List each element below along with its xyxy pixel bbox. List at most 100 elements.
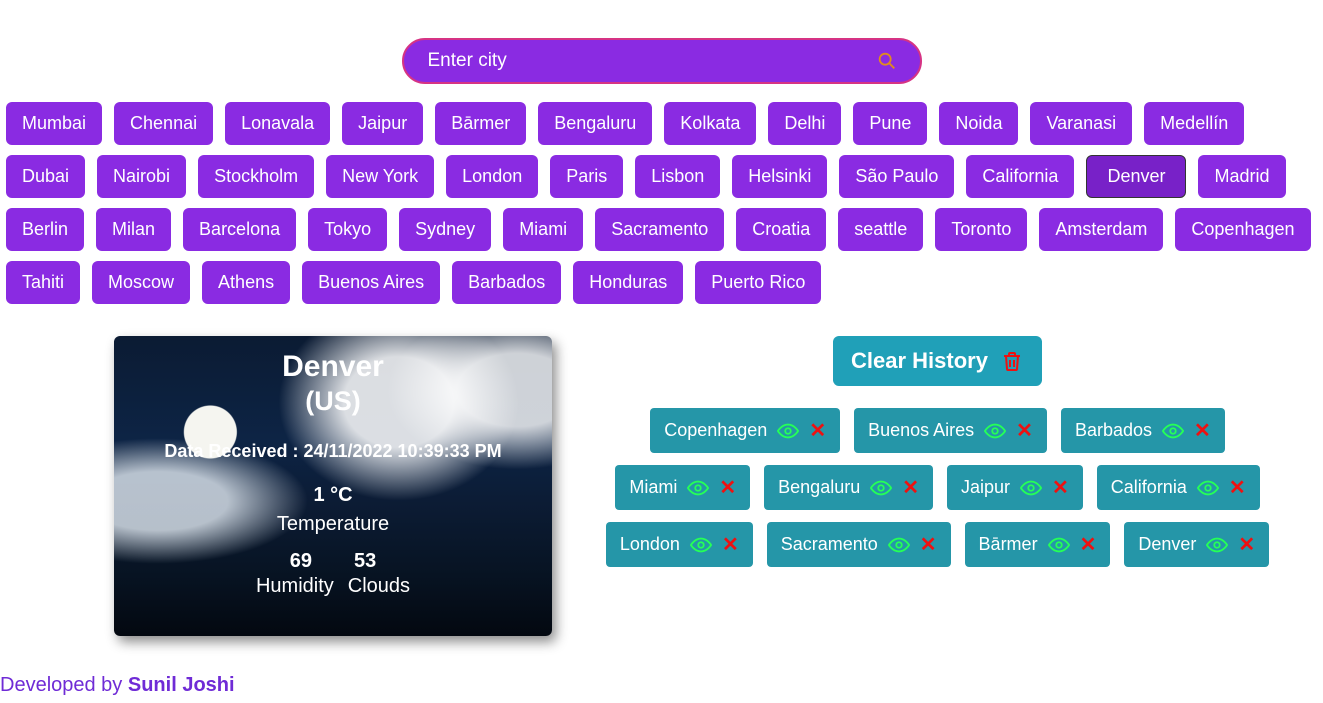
history-item: Jaipur ✕ — [947, 465, 1083, 510]
city-chip[interactable]: Sydney — [399, 208, 491, 251]
history-item: California ✕ — [1097, 465, 1260, 510]
eye-icon[interactable] — [1162, 423, 1184, 439]
eye-icon[interactable] — [870, 480, 892, 496]
city-chip[interactable]: Toronto — [935, 208, 1027, 251]
history-item-label: Buenos Aires — [868, 420, 974, 441]
history-item-label: Miami — [629, 477, 677, 498]
city-chip[interactable]: Lisbon — [635, 155, 720, 198]
city-chip[interactable]: California — [966, 155, 1074, 198]
city-chip[interactable]: Miami — [503, 208, 583, 251]
remove-icon[interactable]: ✕ — [1229, 475, 1246, 500]
city-chip[interactable]: Dubai — [6, 155, 85, 198]
city-chip[interactable]: Stockholm — [198, 155, 314, 198]
city-chip[interactable]: Tahiti — [6, 261, 80, 304]
history-item: Miami ✕ — [615, 465, 750, 510]
eye-icon[interactable] — [1048, 537, 1070, 553]
eye-icon[interactable] — [1020, 480, 1042, 496]
remove-icon[interactable]: ✕ — [902, 475, 919, 500]
history-item-label: Copenhagen — [664, 420, 767, 441]
card-clouds-label: Clouds — [348, 575, 410, 598]
city-chip[interactable]: Paris — [550, 155, 623, 198]
remove-icon[interactable]: ✕ — [719, 475, 736, 500]
history-list: Copenhagen✕Buenos Aires✕Barbados✕Miami✕B… — [598, 408, 1278, 567]
remove-icon[interactable]: ✕ — [1052, 475, 1069, 500]
remove-icon[interactable]: ✕ — [920, 532, 937, 557]
history-item: Barbados ✕ — [1061, 408, 1225, 453]
eye-icon[interactable] — [687, 480, 709, 496]
city-chip[interactable]: Athens — [202, 261, 290, 304]
card-humidity-label: Humidity — [256, 575, 334, 598]
city-chip[interactable]: Chennai — [114, 102, 213, 145]
city-chip[interactable]: Jaipur — [342, 102, 423, 145]
city-chip[interactable]: Pune — [853, 102, 927, 145]
history-item: Sacramento✕ — [767, 522, 951, 567]
card-clouds-value: 53 — [354, 550, 376, 573]
clear-history-label: Clear History — [851, 348, 988, 374]
city-chip[interactable]: Barbados — [452, 261, 561, 304]
city-chip[interactable]: São Paulo — [839, 155, 954, 198]
clear-history-button[interactable]: Clear History — [833, 336, 1042, 386]
search-icon[interactable] — [876, 50, 898, 72]
history-item: Bengaluru✕ — [764, 465, 933, 510]
search-bar — [402, 38, 922, 84]
history-item: Denver ✕ — [1124, 522, 1269, 567]
remove-icon[interactable]: ✕ — [1194, 418, 1211, 443]
remove-icon[interactable]: ✕ — [1238, 532, 1255, 557]
city-chip[interactable]: Berlin — [6, 208, 84, 251]
history-item-label: California — [1111, 477, 1187, 498]
city-chip[interactable]: Tokyo — [308, 208, 387, 251]
city-chip[interactable]: Bengaluru — [538, 102, 652, 145]
card-humidity-value: 69 — [290, 550, 312, 573]
history-item-label: Denver — [1138, 534, 1196, 555]
eye-icon[interactable] — [777, 423, 799, 439]
city-chip[interactable]: Croatia — [736, 208, 826, 251]
history-item: Buenos Aires ✕ — [854, 408, 1047, 453]
city-chip[interactable]: Varanasi — [1030, 102, 1132, 145]
city-chip[interactable]: London — [446, 155, 538, 198]
eye-icon[interactable] — [888, 537, 910, 553]
search-input[interactable] — [426, 49, 876, 73]
city-chip[interactable]: Denver — [1086, 155, 1186, 198]
remove-icon[interactable]: ✕ — [1080, 532, 1097, 557]
city-chip[interactable]: Mumbai — [6, 102, 102, 145]
remove-icon[interactable]: ✕ — [1016, 418, 1033, 443]
weather-card: Denver (US) Data Received : 24/11/2022 1… — [114, 336, 552, 636]
city-chip[interactable]: seattle — [838, 208, 923, 251]
eye-icon[interactable] — [1206, 537, 1228, 553]
city-chip[interactable]: Madrid — [1198, 155, 1285, 198]
eye-icon[interactable] — [984, 423, 1006, 439]
city-chip[interactable]: Medellín — [1144, 102, 1244, 145]
city-chip[interactable]: Buenos Aires — [302, 261, 440, 304]
city-chip[interactable]: Barcelona — [183, 208, 296, 251]
city-chip[interactable]: Lonavala — [225, 102, 330, 145]
card-temp-value: 1 °C — [114, 484, 552, 507]
city-chip[interactable]: Copenhagen — [1175, 208, 1310, 251]
footer-author: Sunil Joshi — [128, 674, 235, 696]
card-city: Denver — [114, 350, 552, 384]
card-country: (US) — [114, 386, 552, 417]
history-item-label: Jaipur — [961, 477, 1010, 498]
city-chip[interactable]: New York — [326, 155, 434, 198]
city-chip[interactable]: Honduras — [573, 261, 683, 304]
city-chip[interactable]: Delhi — [768, 102, 841, 145]
city-chip[interactable]: Milan — [96, 208, 171, 251]
footer-prefix: Developed by — [0, 674, 128, 696]
eye-icon[interactable] — [690, 537, 712, 553]
city-chip[interactable]: Helsinki — [732, 155, 827, 198]
city-chip[interactable]: Moscow — [92, 261, 190, 304]
remove-icon[interactable]: ✕ — [722, 532, 739, 557]
remove-icon[interactable]: ✕ — [809, 418, 826, 443]
history-item-label: Barbados — [1075, 420, 1152, 441]
city-chip[interactable]: Puerto Rico — [695, 261, 821, 304]
eye-icon[interactable] — [1197, 480, 1219, 496]
card-temp-label: Temperature — [114, 513, 552, 536]
city-chip[interactable]: Amsterdam — [1039, 208, 1163, 251]
history-item: Copenhagen ✕ — [650, 408, 840, 453]
city-chip[interactable]: Kolkata — [664, 102, 756, 145]
city-chip[interactable]: Sacramento — [595, 208, 724, 251]
history-item-label: London — [620, 534, 680, 555]
city-chip[interactable]: Nairobi — [97, 155, 186, 198]
city-chip[interactable]: Noida — [939, 102, 1018, 145]
trash-icon — [1000, 349, 1024, 373]
city-chip[interactable]: Bārmer — [435, 102, 526, 145]
